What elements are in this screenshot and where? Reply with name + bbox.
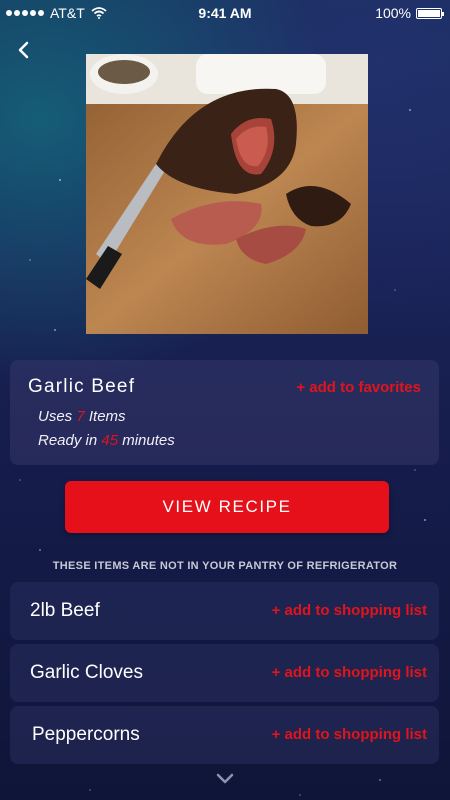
recipe-title: Garlic Beef <box>28 376 136 397</box>
uses-items-line: Uses 7 Items <box>38 408 126 425</box>
add-to-shopping-list-link[interactable]: + add to shopping list <box>272 726 427 743</box>
recipe-info-card: Garlic Beef + add to favorites Uses 7 It… <box>10 360 439 465</box>
missing-item-name: Peppercorns <box>32 724 140 745</box>
back-button[interactable] <box>10 36 38 64</box>
ready-time-line: Ready in 45 minutes <box>38 432 175 449</box>
missing-item-name: 2lb Beef <box>30 600 100 621</box>
uses-suffix: Items <box>88 408 126 425</box>
missing-items-notice: THESE ITEMS ARE NOT IN YOUR PANTRY OF RE… <box>52 560 398 572</box>
battery-icon <box>416 7 444 19</box>
battery-group: 100% <box>375 5 444 21</box>
uses-count: 7 <box>76 408 85 425</box>
chevron-left-icon <box>18 41 29 59</box>
missing-item-row: 2lb Beef + add to shopping list <box>10 582 439 640</box>
uses-prefix: Uses <box>38 408 73 425</box>
missing-item-row: Peppercorns + add to shopping list <box>10 706 439 764</box>
view-recipe-button[interactable]: VIEW RECIPE <box>65 481 389 533</box>
ready-suffix: minutes <box>122 432 175 449</box>
missing-item-name: Garlic Cloves <box>30 662 143 683</box>
chevron-down-icon <box>216 773 234 784</box>
add-to-shopping-list-link[interactable]: + add to shopping list <box>272 664 427 681</box>
add-to-shopping-list-link[interactable]: + add to shopping list <box>272 602 427 619</box>
ready-minutes: 45 <box>101 432 119 449</box>
battery-percent: 100% <box>375 5 411 21</box>
add-to-favorites-link[interactable]: + add to favorites <box>296 379 421 396</box>
recipe-photo <box>86 54 368 334</box>
missing-item-row: Garlic Cloves + add to shopping list <box>10 644 439 702</box>
ready-prefix: Ready in <box>38 432 98 449</box>
status-bar: AT&T 9:41 AM 100% <box>0 0 450 26</box>
scroll-down-button[interactable] <box>214 772 236 786</box>
